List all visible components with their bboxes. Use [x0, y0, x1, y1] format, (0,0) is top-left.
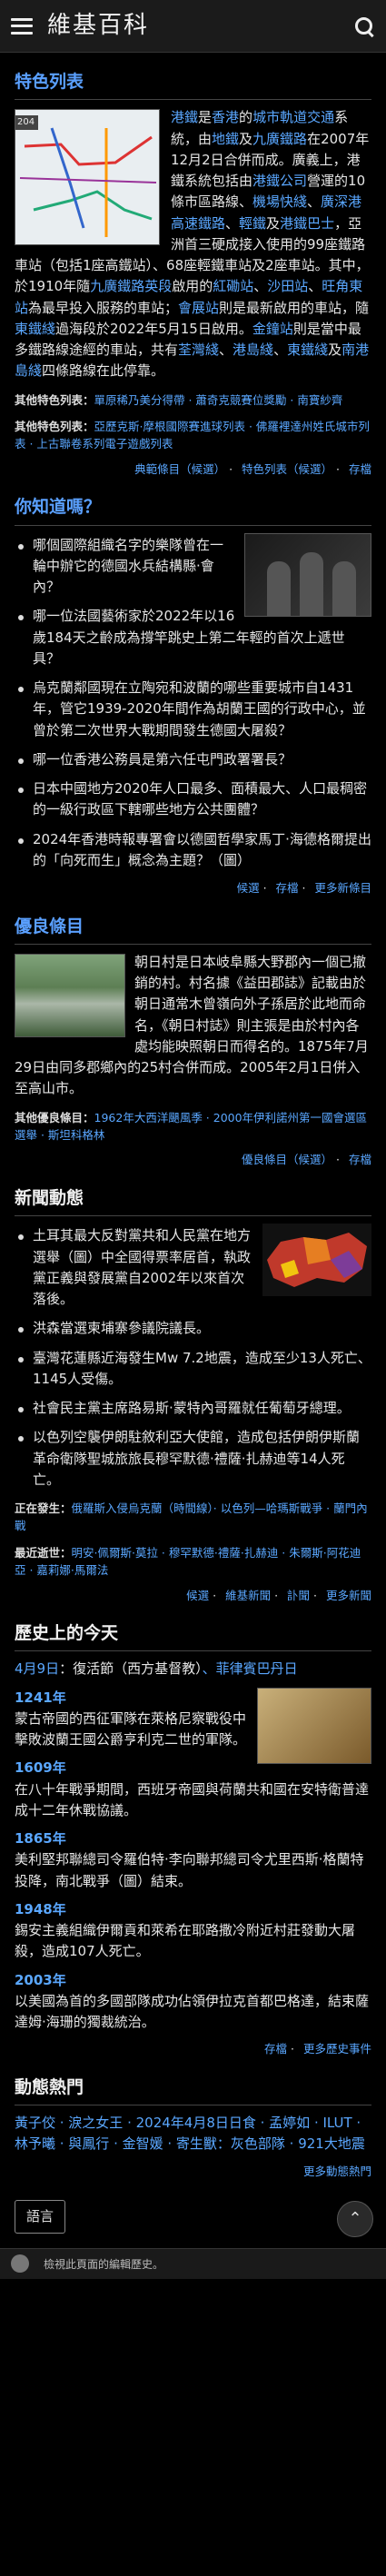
featured-link-0[interactable]: 典範條目（候選） — [134, 462, 225, 476]
good-article-heading: 優良條目 — [15, 914, 371, 945]
news-heading: 新聞動態 — [15, 1185, 371, 1217]
edit-history-text: 檢視此頁面的編輯歷史。 — [44, 2258, 164, 2272]
good-footer-links: 優良條目（候選） · 存檔 — [242, 1153, 371, 1167]
top-bar: 維基百科 — [0, 0, 386, 53]
history-footer-links: 存檔 · 更多歷史事件 — [264, 2042, 371, 2056]
language-button[interactable]: 語言 — [15, 2200, 66, 2234]
featured-list-heading: 特色列表 — [15, 69, 371, 101]
news-item: 土耳其最大反對黨共和人民黨在地方選舉（圖）中全國得票率居首，執政黨正義與發展黨自… — [15, 1225, 371, 1310]
trending-heading: 動態熱門 — [15, 2075, 371, 2106]
dyk-item: 哪個國際組織名字的樂隊曾在一輪中辦它的德國水兵結構縣·會內？ — [15, 535, 371, 599]
chevron-up-icon: ⌃ — [348, 2209, 362, 2229]
news-deaths: 最近逝世：明安·佩爾斯·莫拉 · 穆罕默德·禮薩·扎赫迪 · 朱爾斯·阿花迪亞 … — [15, 1545, 361, 1578]
dyk-footer-links: 候選 · 存檔 · 更多新條目 — [236, 881, 371, 896]
news-list: 土耳其最大反對黨共和人民黨在地方選舉（圖）中全國得票率居首，執政黨正義與發展黨自… — [15, 1225, 371, 1491]
news-item: 臺灣花蓮縣近海發生Mw 7.2地震，造成至少13人死亡、1145人受傷。 — [15, 1348, 371, 1391]
news-item: 以色列空襲伊朗駐敘利亞大使館，造成包括伊朗伊斯蘭革命衛隊聖城旅旅長穆罕默德·禮薩… — [15, 1427, 371, 1491]
history-event: 1609年 在八十年戰爭期間，西班牙帝國與荷蘭共和國在安特衛普達成十二年休戰協議… — [15, 1759, 370, 1818]
link-mtr[interactable]: 港鐵 — [171, 109, 198, 125]
featured-other-2: 其他特色列表：亞歷克斯·摩根國際賽進球列表 · 佛羅裡達州姓氏城市列表 · 上古… — [15, 420, 370, 451]
dyk-list: 哪個國際組織名字的樂隊曾在一輪中辦它的德國水兵結構縣·會內？ 哪一位法國藝術家於… — [15, 535, 371, 872]
dyk-item: 烏克蘭鄰國現在立陶宛和波蘭的哪些重要城市自1431年，管它1939-2020年間… — [15, 678, 371, 741]
dyk-item: 哪一位法國藝術家於2022年以16歲184天之齡成為撐竿跳史上第二年輕的首次上遞… — [15, 606, 371, 669]
menu-icon[interactable] — [11, 17, 33, 35]
history-event: 1948年 錫安主義組織伊爾貢和萊希在耶路撒冷附近村莊發動大屠殺，造成107人死… — [15, 1900, 356, 1960]
news-item: 社會民主黨主席路易斯·蒙特內哥羅就任葡萄牙總理。 — [15, 1398, 371, 1419]
history-event: 1865年 美利堅邦聯總司令羅伯特·李向聯邦總司令尤里西斯·格蘭特投降，南北戰爭… — [15, 1830, 364, 1889]
good-other: 其他優良條目：1962年大西洋颶風季 · 2000年伊利諾州第一國會選區選舉 ·… — [15, 1110, 368, 1143]
history-date-line: 4月9日：復活節（西方基督教）、菲律賓巴丹日 — [15, 1660, 298, 1678]
history-image[interactable] — [257, 1687, 371, 1764]
featured-link-2[interactable]: 存檔 — [349, 462, 371, 476]
site-logo[interactable]: 維基百科 — [47, 7, 353, 44]
news-item: 洪森當選柬埔寨參議院議長。 — [15, 1318, 371, 1339]
trending-more: 更多動態熱門 — [302, 2164, 371, 2178]
featured-link-1[interactable]: 特色列表（候選） — [242, 462, 332, 476]
history-event: 2003年 以美國為首的多國部隊成功佔領伊拉克首都巴格達，結束薩達姆·海珊的獨裁… — [15, 1971, 370, 2031]
mtr-map-image[interactable]: 204 — [15, 109, 160, 246]
good-article-image[interactable] — [15, 953, 125, 1037]
news-ongoing: 正在發生：俄羅斯入侵烏克蘭（時間線）· 以色列—哈瑪斯戰爭 · 蘭門內戰 — [15, 1501, 368, 1533]
dyk-item: 哪一位香港公務員是第六任屯門政署署長？ — [15, 749, 371, 770]
search-icon[interactable] — [353, 15, 375, 37]
featured-other-1: 其他特色列表：單原稀乃美分得帶 · 蕭奇克競賽位獎勵 · 南寶紗齊 — [15, 392, 343, 407]
history-heading: 歷史上的今天 — [15, 1620, 371, 1652]
trending-list[interactable]: 黃子佼 · 淚之女王 · 2024年4月8日日食 · 孟婷如 · ILUT · … — [15, 2113, 371, 2155]
edit-history-bar[interactable]: 檢視此頁面的編輯歷史。 — [0, 2248, 386, 2280]
news-footer-links: 候選 · 維基新聞 · 訃聞 · 更多新聞 — [186, 1588, 371, 1602]
scroll-top-button[interactable]: ⌃ — [337, 2201, 373, 2238]
dyk-item: 日本中國地方2020年人口最多、面積最大、人口最稠密的一級行政區下轄哪些地方公共… — [15, 778, 371, 821]
featured-footer-links: 典範條目（候選） · 特色列表（候選） · 存檔 — [134, 461, 371, 476]
map-label: 204 — [15, 115, 39, 130]
dyk-item: 2024年香港時報專署會以德國哲學家馬丁·海德格爾提出的「向死而生」概念為主題？… — [15, 829, 371, 872]
dyk-heading: 你知道嗎？ — [15, 494, 371, 526]
